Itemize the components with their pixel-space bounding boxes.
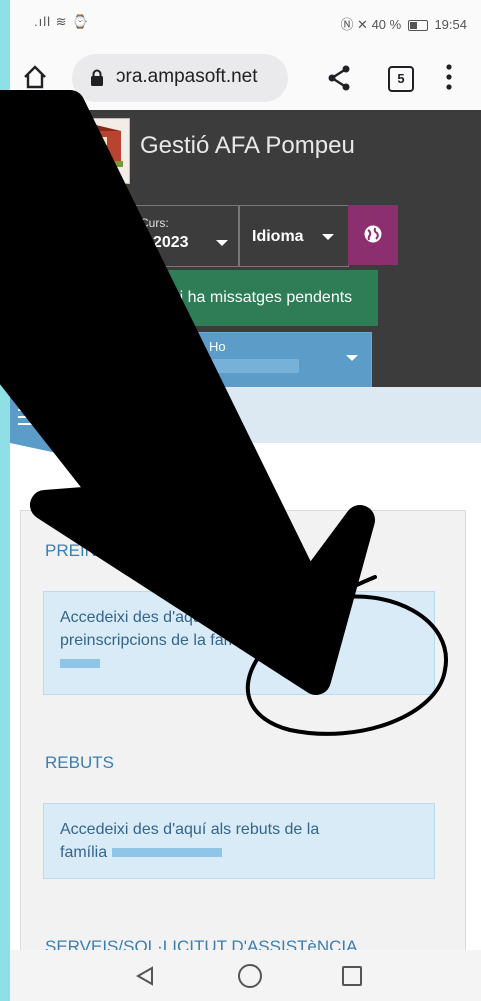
section-title-receipts[interactable]: REBUTS [45, 753, 114, 773]
menu-bar: MENU ne [10, 387, 481, 455]
chevron-down-icon [322, 234, 334, 240]
avatar [153, 336, 195, 378]
preinscriptions-info-box[interactable]: Accedeixi des d'aquí a preinscripcions d… [43, 591, 435, 695]
system-nav-bar [10, 950, 481, 1001]
user-menu[interactable]: Ho [140, 332, 372, 389]
home-nav-icon[interactable] [238, 964, 262, 988]
course-value: 2022-2023 [112, 234, 189, 251]
section-title-text: PREINSCRI [45, 541, 138, 560]
more-menu-icon[interactable] [446, 64, 452, 90]
chevron-down-icon [216, 240, 228, 246]
tab-switcher-button[interactable]: 5 [388, 66, 414, 92]
user-name-blurred [209, 359, 299, 373]
language-label: Idioma [252, 228, 304, 245]
home-icon[interactable] [22, 64, 48, 90]
status-right: Ⓝ ✕ 40 % 19:54 [340, 14, 467, 33]
user-greeting: Ho [209, 339, 226, 354]
battery-percent: 40 % [371, 17, 402, 32]
messages-notice[interactable]: No hi ha missatges pendents [120, 270, 378, 326]
main-panel: PREINSCRI ATS Accedeixi des d'aquí a prei… [20, 510, 466, 982]
phone-screen: .ıll ≋ ⌚ Ⓝ ✕ 40 % 19:54 ɔra.ampasoft.net… [10, 0, 481, 1001]
status-bar: .ıll ≋ ⌚ Ⓝ ✕ 40 % 19:54 [10, 0, 481, 46]
family-name-blurred [261, 636, 314, 646]
language-selector[interactable]: Idioma [239, 205, 349, 267]
signal-wifi-icon: .ıll ≋ ⌚ [34, 14, 90, 29]
chevron-down-icon [346, 355, 358, 361]
site-title-continued: bra [10, 180, 45, 207]
globe-button[interactable] [348, 205, 398, 265]
clock: 19:54 [434, 17, 467, 32]
address-bar[interactable]: ɔra.ampasoft.net [72, 54, 288, 102]
course-selector[interactable]: Curs: 2022-2023 [100, 205, 239, 267]
nfc-mute-icon: Ⓝ ✕ [340, 17, 372, 32]
info-text-line1: Accedeixi des d'aquí a [60, 609, 220, 626]
receipts-text-line1: Accedeixi des d'aquí als rebuts de la [60, 821, 320, 838]
menu-label: MENU [54, 405, 99, 422]
lock-icon [91, 69, 103, 86]
browser-toolbar: ɔra.ampasoft.net 5 [10, 46, 481, 110]
menu-button[interactable]: MENU [10, 387, 122, 443]
url-text: ɔra.ampasoft.net [116, 66, 258, 87]
globe-icon [364, 225, 382, 243]
receipts-info-box[interactable]: Accedeixi des d'aquí als rebuts de la fa… [43, 803, 435, 879]
breadcrumb[interactable]: ne [200, 407, 217, 424]
family-name-blurred-3 [111, 848, 222, 858]
receipts-text-line2: família [60, 844, 108, 861]
logo-text: AFA Pompeu Fabra [42, 170, 116, 179]
site-header: AFA Pompeu Fabra Gestió AFA Pompeu bra C… [10, 110, 481, 389]
share-icon[interactable] [326, 64, 352, 92]
course-label: Curs: [140, 216, 169, 230]
menu-tab-pointer [10, 443, 122, 455]
back-icon[interactable] [136, 966, 154, 986]
hamburger-icon [18, 409, 48, 425]
battery-icon [407, 20, 428, 32]
info-text-line2: preinscripcions de la família [60, 632, 258, 649]
school-building-icon: AFA Pompeu Fabra [35, 121, 123, 179]
recents-icon[interactable] [342, 966, 362, 986]
afa-logo[interactable]: AFA Pompeu Fabra [28, 118, 130, 184]
section-title-preinscriptions[interactable]: PREINSCRI ATS [45, 541, 301, 561]
section-title-tail: ATS [269, 541, 302, 560]
family-name-blurred-2 [60, 659, 100, 669]
site-title: Gestió AFA Pompeu [140, 132, 355, 159]
